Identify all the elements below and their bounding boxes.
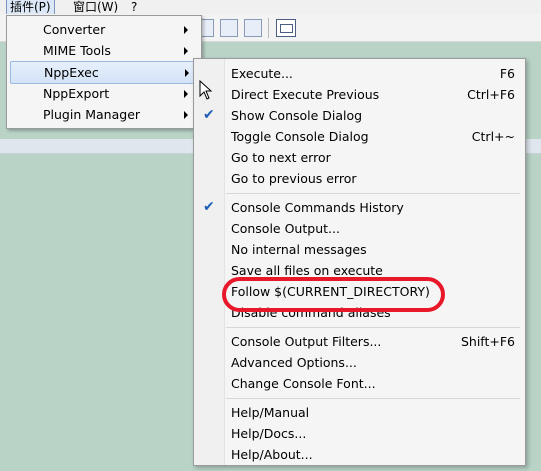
menu-item-console-output[interactable]: Console Output... xyxy=(194,218,525,239)
menu-item-show-console-dialog[interactable]: ✔ Show Console Dialog xyxy=(194,105,525,126)
submenu-arrow-icon xyxy=(184,90,188,98)
menu-item-converter[interactable]: Converter xyxy=(10,19,196,40)
toolbar-separator xyxy=(268,18,269,38)
plugins-submenu: Converter MIME Tools NppExec NppExport P… xyxy=(6,15,202,129)
menu-help[interactable]: ? xyxy=(128,0,140,14)
menubar: 插件(P) 窗口(W) ? xyxy=(0,0,541,15)
menu-item-direct-execute-previous[interactable]: Direct Execute Previous Ctrl+F6 xyxy=(194,84,525,105)
nppexec-submenu: Execute... F6 Direct Execute Previous Ct… xyxy=(193,58,526,466)
menu-item-console-commands-history[interactable]: ✔ Console Commands History xyxy=(194,197,525,218)
menu-item-toggle-console-dialog[interactable]: Toggle Console Dialog Ctrl+~ xyxy=(194,126,525,147)
menu-item-execute[interactable]: Execute... F6 xyxy=(194,63,525,84)
mouse-pointer-icon xyxy=(199,80,213,100)
console-window-icon[interactable] xyxy=(276,19,296,37)
menu-item-console-output-filters[interactable]: Console Output Filters... Shift+F6 xyxy=(194,331,525,352)
menu-item-label: Console Output Filters... xyxy=(231,334,382,349)
menu-item-shortcut: Ctrl+~ xyxy=(471,129,515,144)
menu-item-label: Console Commands History xyxy=(231,200,404,215)
menu-item-go-to-previous-error[interactable]: Go to previous error xyxy=(194,168,525,189)
menu-item-no-internal-messages[interactable]: No internal messages xyxy=(194,239,525,260)
menu-plugins[interactable]: 插件(P) xyxy=(6,0,55,15)
menu-item-help-about[interactable]: Help/About... xyxy=(194,444,525,465)
menu-item-label: Plugin Manager xyxy=(43,107,141,122)
menu-separator xyxy=(226,193,520,194)
annotation-highlight-ellipse xyxy=(222,277,445,312)
menu-item-label: No internal messages xyxy=(231,242,367,257)
menu-item-label: Execute... xyxy=(231,66,293,81)
checkmark-icon: ✔ xyxy=(203,107,215,123)
menu-item-shortcut: F6 xyxy=(499,66,515,81)
menu-item-label: MIME Tools xyxy=(43,43,111,58)
menu-item-nppexport[interactable]: NppExport xyxy=(10,83,196,104)
menu-item-shortcut: Ctrl+F6 xyxy=(467,87,515,102)
menu-item-label: Show Console Dialog xyxy=(231,108,363,123)
checkmark-icon: ✔ xyxy=(203,199,215,215)
menu-item-label: Go to previous error xyxy=(231,171,357,186)
menu-item-shortcut: Shift+F6 xyxy=(460,334,515,349)
menu-item-label: Change Console Font... xyxy=(231,376,376,391)
menu-item-label: Advanced Options... xyxy=(231,355,357,370)
menu-item-plugin-manager[interactable]: Plugin Manager xyxy=(10,104,196,125)
menu-item-advanced-options[interactable]: Advanced Options... xyxy=(194,352,525,373)
menu-item-label: NppExport xyxy=(43,86,110,101)
menu-item-label: Help/Manual xyxy=(231,405,310,420)
menu-separator xyxy=(226,327,520,328)
toolbar-button-icon[interactable] xyxy=(244,19,262,37)
menu-item-label: NppExec xyxy=(44,65,99,80)
menu-item-help-manual[interactable]: Help/Manual xyxy=(194,402,525,423)
menu-item-nppexec[interactable]: NppExec xyxy=(10,61,198,84)
menu-item-label: Converter xyxy=(43,22,106,37)
menu-separator xyxy=(226,398,520,399)
menu-item-help-docs[interactable]: Help/Docs... xyxy=(194,423,525,444)
toolbar-button-icon[interactable] xyxy=(220,19,238,37)
menu-item-label: Toggle Console Dialog xyxy=(231,129,369,144)
submenu-arrow-icon xyxy=(184,111,188,119)
menu-item-label: Console Output... xyxy=(231,221,340,236)
menu-item-label: Help/Docs... xyxy=(231,426,307,441)
submenu-arrow-icon xyxy=(185,69,189,77)
submenu-arrow-icon xyxy=(184,47,188,55)
menu-item-mime-tools[interactable]: MIME Tools xyxy=(10,40,196,61)
menu-item-go-to-next-error[interactable]: Go to next error xyxy=(194,147,525,168)
menu-window[interactable]: 窗口(W) xyxy=(70,0,121,14)
menu-item-label: Help/About... xyxy=(231,447,313,462)
submenu-arrow-icon xyxy=(184,26,188,34)
menu-item-label: Direct Execute Previous xyxy=(231,87,380,102)
menu-item-change-console-font[interactable]: Change Console Font... xyxy=(194,373,525,394)
menu-item-label: Go to next error xyxy=(231,150,331,165)
